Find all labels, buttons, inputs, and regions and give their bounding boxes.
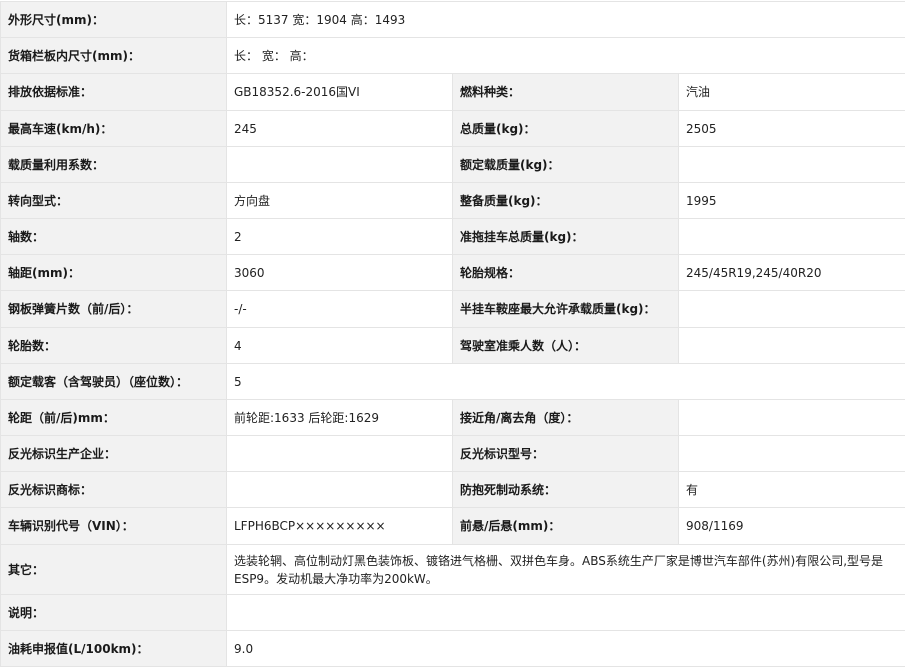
value-curb-mass: 1995: [679, 183, 905, 219]
value-cab-occupants: [679, 328, 905, 364]
value-cargo-box: 长： 宽： 高：: [227, 38, 905, 74]
label-max-speed: 最高车速(km/h)：: [1, 111, 227, 147]
label-emission-standard: 排放依据标准：: [1, 74, 227, 111]
label-curb-mass: 整备质量(kg)：: [453, 183, 679, 219]
table-row-emission: 排放依据标准： GB18352.6-2016国VI 燃料种类： 汽油: [1, 74, 905, 111]
label-vin: 车辆识别代号（VIN）：: [1, 508, 227, 545]
label-dimensions: 外形尺寸(mm)：: [1, 2, 227, 38]
value-reflector-maker: [227, 436, 453, 472]
table-row-speed: 最高车速(km/h)： 245 总质量(kg)： 2505: [1, 111, 905, 147]
value-emission-standard: GB18352.6-2016国VI: [227, 74, 453, 111]
value-steering: 方向盘: [227, 183, 453, 219]
label-rated-load: 额定载质量(kg)：: [453, 147, 679, 183]
label-wheelbase: 轴距(mm)：: [1, 255, 227, 291]
label-cargo-box: 货箱栏板内尺寸(mm)：: [1, 38, 227, 74]
label-reflector-model: 反光标识型号：: [453, 436, 679, 472]
table-row-springs: 钢板弹簧片数（前/后）： -/- 半挂车鞍座最大允许承载质量(kg)：: [1, 291, 905, 328]
value-trailer-mass: [679, 219, 905, 255]
table-row-notes: 说明：: [1, 595, 905, 631]
table-row-reflector: 反光标识生产企业： 反光标识型号：: [1, 436, 905, 472]
label-load-factor: 载质量利用系数：: [1, 147, 227, 183]
value-wheelbase: 3060: [227, 255, 453, 291]
table-row-steering: 转向型式： 方向盘 整备质量(kg)： 1995: [1, 183, 905, 219]
value-total-mass: 2505: [679, 111, 905, 147]
label-fuel-consumption: 油耗申报值(L/100km)：: [1, 631, 227, 667]
label-overhang: 前悬/后悬(mm)：: [453, 508, 679, 545]
table-row-vin: 车辆识别代号（VIN）： LFPH6BCP××××××××× 前悬/后悬(mm)…: [1, 508, 905, 545]
value-leaf-springs: -/-: [227, 291, 453, 328]
table-row-fuel-consumption: 油耗申报值(L/100km)： 9.0: [1, 631, 905, 667]
label-approach-departure: 接近角/离去角（度）：: [453, 400, 679, 436]
table-row-cargo-box: 货箱栏板内尺寸(mm)： 长： 宽： 高：: [1, 38, 905, 74]
label-notes: 说明：: [1, 595, 227, 631]
label-other: 其它：: [1, 545, 227, 595]
label-leaf-springs: 钢板弹簧片数（前/后）：: [1, 291, 227, 328]
label-abs: 防抱死制动系统：: [453, 472, 679, 508]
table-row-wheelbase: 轴距(mm)： 3060 轮胎规格： 245/45R19,245/40R20: [1, 255, 905, 291]
value-load-factor: [227, 147, 453, 183]
table-row-other: 其它： 选装轮辋、高位制动灯黑色装饰板、镀铬进气格栅、双拼色车身。ABS系统生产…: [1, 545, 905, 595]
value-track-width: 前轮距:1633 后轮距:1629: [227, 400, 453, 436]
value-seats: 5: [227, 364, 905, 400]
label-seats: 额定载客（含驾驶员）（座位数）：: [1, 364, 227, 400]
value-overhang: 908/1169: [679, 508, 905, 545]
value-saddle-load: [679, 291, 905, 328]
value-tire-count: 4: [227, 328, 453, 364]
label-steering: 转向型式：: [1, 183, 227, 219]
value-tire-spec: 245/45R19,245/40R20: [679, 255, 905, 291]
table-row-tires: 轮胎数： 4 驾驶室准乘人数（人）：: [1, 328, 905, 364]
value-other: 选装轮辋、高位制动灯黑色装饰板、镀铬进气格栅、双拼色车身。ABS系统生产厂家是博…: [227, 545, 905, 595]
value-approach-departure: [679, 400, 905, 436]
label-reflector-maker: 反光标识生产企业：: [1, 436, 227, 472]
value-abs: 有: [679, 472, 905, 508]
value-reflector-model: [679, 436, 905, 472]
value-fuel-type: 汽油: [679, 74, 905, 111]
table-row-reflector-brand: 反光标识商标： 防抱死制动系统： 有: [1, 472, 905, 508]
label-cab-occupants: 驾驶室准乘人数（人）：: [453, 328, 679, 364]
value-fuel-consumption: 9.0: [227, 631, 905, 667]
table-row-seats: 额定载客（含驾驶员）（座位数）： 5: [1, 364, 905, 400]
value-max-speed: 245: [227, 111, 453, 147]
table-row-dimensions: 外形尺寸(mm)： 长：5137 宽：1904 高：1493: [1, 2, 905, 38]
label-total-mass: 总质量(kg)：: [453, 111, 679, 147]
label-reflector-brand: 反光标识商标：: [1, 472, 227, 508]
label-tire-count: 轮胎数：: [1, 328, 227, 364]
label-axle-count: 轴数：: [1, 219, 227, 255]
label-fuel-type: 燃料种类：: [453, 74, 679, 111]
value-dimensions: 长：5137 宽：1904 高：1493: [227, 2, 905, 38]
table-row-track: 轮距（前/后)mm： 前轮距:1633 后轮距:1629 接近角/离去角（度）：: [1, 400, 905, 436]
table-row-axles: 轴数： 2 准拖挂车总质量(kg)：: [1, 219, 905, 255]
label-saddle-load: 半挂车鞍座最大允许承载质量(kg)：: [453, 291, 679, 328]
value-reflector-brand: [227, 472, 453, 508]
table-row-load-factor: 载质量利用系数： 额定载质量(kg)：: [1, 147, 905, 183]
value-axle-count: 2: [227, 219, 453, 255]
value-vin: LFPH6BCP×××××××××: [227, 508, 453, 545]
value-notes: [227, 595, 905, 631]
vehicle-spec-table: 外形尺寸(mm)： 长：5137 宽：1904 高：1493 货箱栏板内尺寸(m…: [0, 1, 905, 667]
label-track-width: 轮距（前/后)mm：: [1, 400, 227, 436]
value-rated-load: [679, 147, 905, 183]
label-tire-spec: 轮胎规格：: [453, 255, 679, 291]
label-trailer-mass: 准拖挂车总质量(kg)：: [453, 219, 679, 255]
